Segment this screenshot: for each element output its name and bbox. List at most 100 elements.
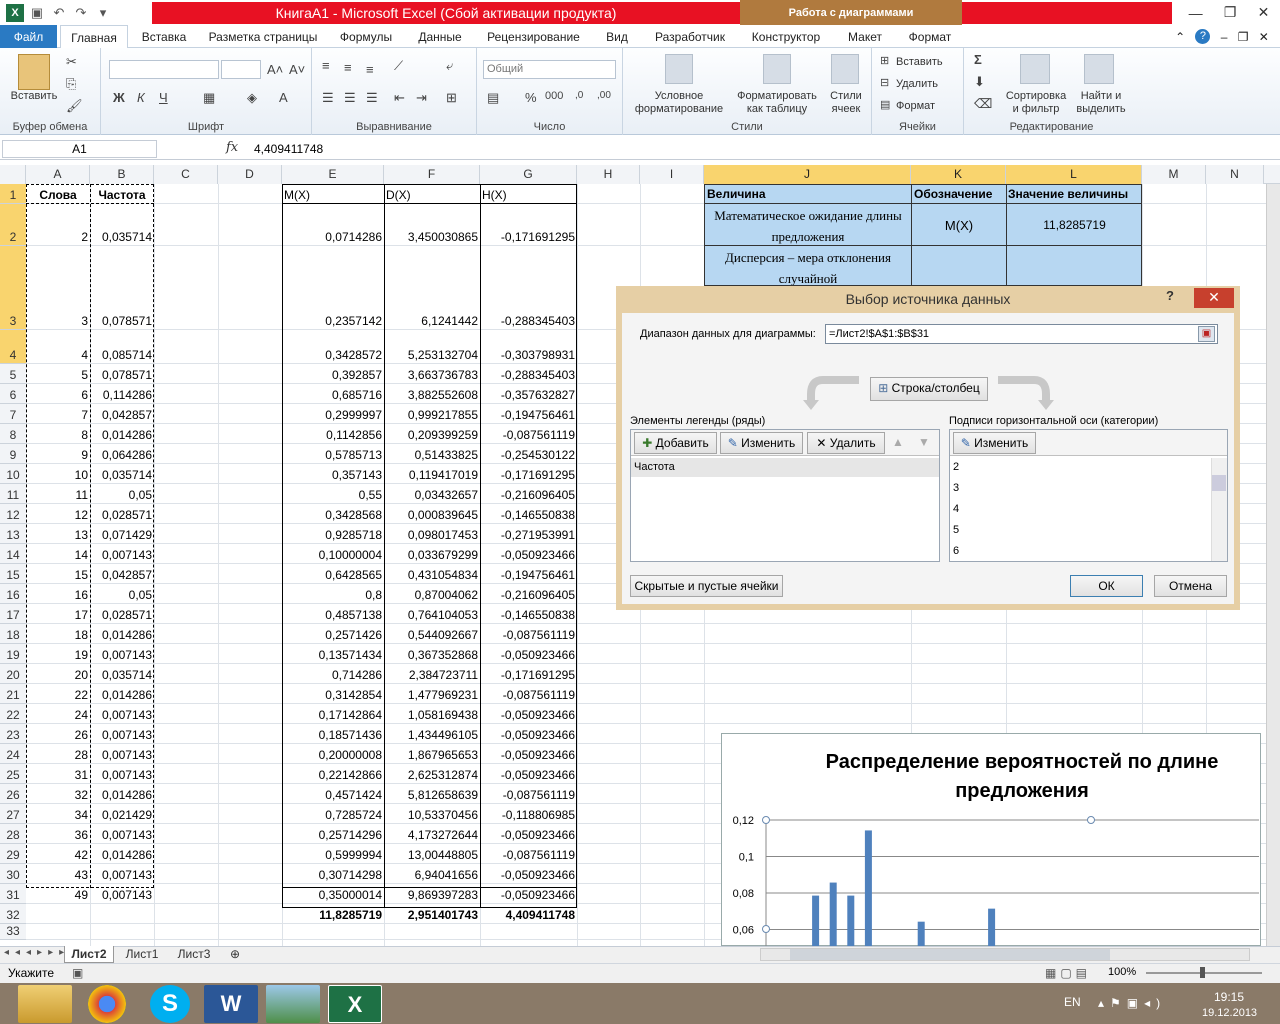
header-cell[interactable]: M(X) bbox=[284, 188, 384, 202]
doc-minimize-icon[interactable]: – bbox=[1221, 30, 1228, 44]
table-cell[interactable]: 0,685716 bbox=[282, 388, 384, 402]
table-cell[interactable]: 3 bbox=[26, 314, 90, 328]
table-cell[interactable]: 1,477969231 bbox=[384, 688, 480, 702]
table-cell[interactable]: 15 bbox=[26, 568, 90, 582]
redo-icon[interactable]: ↷ bbox=[72, 4, 90, 22]
table-cell[interactable]: -0,254530122 bbox=[480, 448, 577, 462]
table-cell[interactable]: 0,13571434 bbox=[282, 648, 384, 662]
table-cell[interactable]: 0,085714 bbox=[90, 348, 154, 362]
col-header-h[interactable]: H bbox=[577, 165, 640, 184]
number-format-select[interactable]: Общий bbox=[483, 60, 616, 79]
table-cell[interactable]: 9,869397283 bbox=[384, 888, 480, 902]
row-header[interactable]: 24 bbox=[0, 744, 26, 764]
row-header[interactable]: 32 bbox=[0, 904, 26, 924]
table-cell[interactable]: 0,007143 bbox=[90, 748, 154, 762]
header-cell[interactable]: Частота bbox=[90, 188, 154, 202]
chrome-icon[interactable] bbox=[88, 985, 126, 1023]
vertical-scrollbar[interactable] bbox=[1266, 184, 1280, 946]
table-cell[interactable]: 0,007143 bbox=[90, 728, 154, 742]
col-header-e[interactable]: E bbox=[282, 165, 384, 184]
row-header[interactable]: 28 bbox=[0, 824, 26, 844]
header-cell[interactable]: Слова bbox=[26, 188, 90, 202]
table-cell[interactable]: 19 bbox=[26, 648, 90, 662]
excel-icon[interactable]: X bbox=[328, 985, 382, 1023]
table-cell[interactable]: 3,663736783 bbox=[384, 368, 480, 382]
table-cell[interactable]: 0,999217855 bbox=[384, 408, 480, 422]
col-header-l[interactable]: L bbox=[1006, 165, 1142, 184]
table-cell[interactable]: 0,10000004 bbox=[282, 548, 384, 562]
table-cell[interactable]: 0,064286 bbox=[90, 448, 154, 462]
table-cell[interactable]: -0,288345403 bbox=[480, 314, 577, 328]
table-cell[interactable]: 0,007143 bbox=[90, 648, 154, 662]
row-header[interactable]: 16 bbox=[0, 584, 26, 604]
scrollbar-thumb[interactable] bbox=[1212, 475, 1226, 491]
row-header[interactable]: 20 bbox=[0, 664, 26, 684]
chart-bar[interactable] bbox=[864, 830, 872, 946]
clear-icon[interactable]: ⌫ bbox=[974, 96, 992, 112]
clock-time[interactable]: 19:15 bbox=[1214, 990, 1244, 1004]
table-cell[interactable]: -0,050923466 bbox=[480, 888, 577, 902]
formula-input[interactable]: 4,409411748 bbox=[254, 142, 323, 156]
tab-review[interactable]: Рецензирование bbox=[481, 25, 586, 48]
table-cell[interactable]: 0,035714 bbox=[90, 468, 154, 482]
zoom-level[interactable]: 100% bbox=[1108, 966, 1136, 978]
table-cell[interactable]: 0,17142864 bbox=[282, 708, 384, 722]
table-cell[interactable]: 6,1241442 bbox=[384, 314, 480, 328]
edit-series-button[interactable]: ✎ Изменить bbox=[720, 432, 803, 454]
dialog-close-button[interactable]: ✕ bbox=[1194, 288, 1234, 308]
row-header[interactable]: 21 bbox=[0, 684, 26, 704]
table-cell[interactable]: 0,5785713 bbox=[282, 448, 384, 462]
cut-icon[interactable]: ✂ bbox=[66, 54, 77, 70]
help-icon[interactable]: ? bbox=[1195, 29, 1211, 44]
col-header-c[interactable]: C bbox=[154, 165, 218, 184]
table-cell[interactable]: 43 bbox=[26, 868, 90, 882]
table-cell[interactable]: 18 bbox=[26, 628, 90, 642]
sheet-nav-icons[interactable]: ◂◂◂▸▸▸ bbox=[4, 947, 70, 958]
row-header[interactable]: 22 bbox=[0, 704, 26, 724]
percent-icon[interactable]: % bbox=[525, 90, 537, 105]
table-cell[interactable]: -0,050923466 bbox=[480, 728, 577, 742]
zoom-slider-thumb[interactable] bbox=[1200, 967, 1205, 978]
find-select-button[interactable]: Найти и выделить bbox=[1070, 90, 1132, 116]
table-cell[interactable]: 0,367352868 bbox=[384, 648, 480, 662]
sort-filter-icon[interactable] bbox=[1020, 54, 1050, 84]
category-item[interactable]: 3 bbox=[953, 482, 959, 494]
table-cell[interactable]: 0,51433825 bbox=[384, 448, 480, 462]
row-header[interactable]: 17 bbox=[0, 604, 26, 624]
tab-insert[interactable]: Вставка bbox=[135, 25, 193, 48]
header-cell[interactable]: H(X) bbox=[482, 188, 577, 202]
hidden-empty-cells-button[interactable]: Скрытые и пустые ячейки bbox=[630, 575, 783, 597]
table-cell[interactable]: 2,625312874 bbox=[384, 768, 480, 782]
increase-indent-icon[interactable]: ⇥ bbox=[416, 90, 427, 106]
table-cell[interactable]: 22 bbox=[26, 688, 90, 702]
row-header[interactable]: 1 bbox=[0, 184, 26, 204]
chart-bar[interactable] bbox=[847, 895, 855, 946]
row-header[interactable]: 15 bbox=[0, 564, 26, 584]
sheet-tab-list2[interactable]: Лист2 bbox=[64, 946, 114, 963]
table-cell[interactable]: 0,3428568 bbox=[282, 508, 384, 522]
remove-series-button[interactable]: ✕ Удалить bbox=[807, 432, 885, 454]
table-cell[interactable]: 0,007143 bbox=[90, 888, 154, 902]
insert-cells-button[interactable]: Вставить bbox=[896, 56, 943, 69]
table-cell[interactable]: 2 bbox=[26, 230, 90, 244]
table-cell[interactable]: -0,087561119 bbox=[480, 428, 577, 442]
table-cell[interactable]: 0,35000014 bbox=[282, 888, 384, 902]
col-header-k[interactable]: K bbox=[911, 165, 1006, 184]
chart-bar[interactable] bbox=[988, 908, 996, 946]
currency-icon[interactable]: ▤ bbox=[487, 90, 499, 106]
sheet-tab-list3[interactable]: Лист3 bbox=[170, 946, 218, 963]
tab-layout[interactable]: Макет bbox=[833, 25, 897, 48]
row-header[interactable]: 18 bbox=[0, 624, 26, 644]
table-cell[interactable]: 0,4857138 bbox=[282, 608, 384, 622]
total-cell[interactable]: 4,409411748 bbox=[480, 908, 577, 922]
copy-icon[interactable]: ⎘ bbox=[66, 76, 76, 92]
tab-view[interactable]: Вид bbox=[593, 25, 641, 48]
dialog-help-icon[interactable]: ? bbox=[1166, 288, 1174, 303]
table-cell[interactable]: 9 bbox=[26, 448, 90, 462]
table-cell[interactable]: 0,028571 bbox=[90, 608, 154, 622]
col-header-d[interactable]: D bbox=[218, 165, 282, 184]
function-icon[interactable]: fx bbox=[226, 140, 244, 155]
category-item[interactable]: 6 bbox=[953, 545, 959, 557]
table-cell[interactable]: 0,544092667 bbox=[384, 628, 480, 642]
switch-row-column-button[interactable]: ⊞ Строка/столбец bbox=[870, 377, 988, 401]
